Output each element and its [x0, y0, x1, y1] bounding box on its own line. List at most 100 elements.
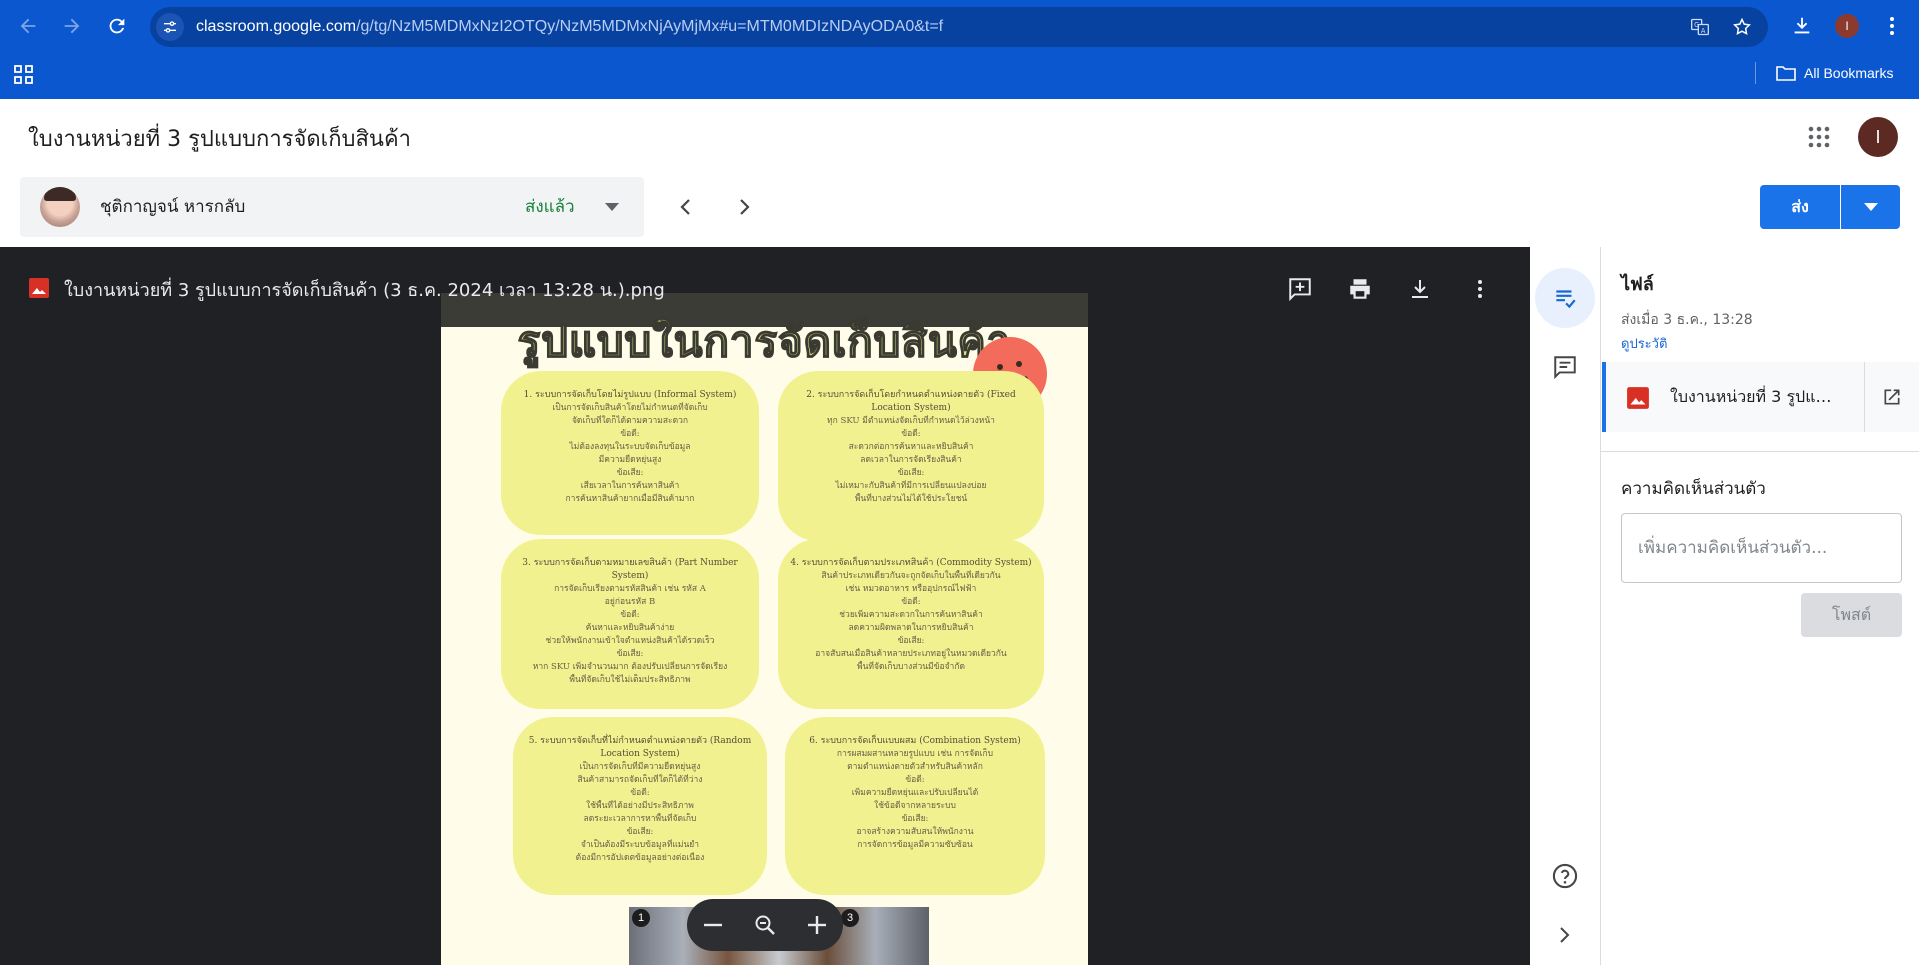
downloads-button[interactable] — [1790, 12, 1814, 40]
send-button[interactable]: ส่ง — [1760, 185, 1840, 229]
zoom-out-button[interactable] — [695, 907, 731, 943]
svg-text:G: G — [1694, 21, 1699, 29]
card-line: เสียเวลาในการค้นหาสินค้า — [580, 481, 680, 491]
download-icon — [1412, 280, 1428, 298]
card-line: จำเป็นต้องมีระบบข้อมูลที่แม่นยำ — [580, 840, 700, 850]
card-line: ทุก SKU มีตำแหน่งจัดเก็บที่กำหนดไว้ล่วงห… — [827, 416, 995, 426]
zoom-controls — [687, 899, 843, 951]
apps-grid-icon[interactable] — [13, 64, 35, 86]
add-comment-icon — [1289, 278, 1311, 302]
card-line: ไม่ต้องลงทุนในระบบจัดเก็บข้อมูล — [569, 442, 691, 452]
student-selector[interactable]: ชุติกาญจน์ หารกลับ ส่งแล้ว — [20, 177, 644, 237]
all-bookmarks-button[interactable]: All Bookmarks — [1776, 60, 1893, 86]
help-button[interactable] — [1535, 846, 1595, 906]
browser-toolbar: classroom.google.com/g/tg/NzM5MDMxNzI2OT… — [0, 0, 1919, 54]
caret-down-icon — [1863, 203, 1878, 211]
card-line: ข้อดี: — [620, 429, 640, 439]
card-line: สะดวกต่อการค้นหาและหยิบสินค้า — [848, 442, 974, 452]
poster-image: รูปแบบในการจัดเก็บสินค้า 1. ระบบการจัดเก… — [441, 293, 1088, 965]
file-list-icon — [1556, 290, 1576, 309]
photo-number: 1 — [632, 909, 650, 927]
view-history-link[interactable]: ดูประวัติ — [1621, 333, 1667, 354]
apps-dots-icon — [1808, 126, 1830, 148]
bookmark-star-icon[interactable] — [1731, 16, 1753, 38]
card-line: ข้อเสีย: — [616, 649, 644, 659]
storage-card-1: 1. ระบบการจัดเก็บโดยไม่รูปแบบ (Informal … — [507, 377, 753, 529]
private-comments-heading: ความคิดเห็นส่วนตัว — [1621, 479, 1766, 499]
previous-student-button[interactable] — [667, 189, 703, 225]
storage-card-3: 3. ระบบการจัดเก็บตามหมายเลขสินค้า (Part … — [507, 545, 753, 703]
photo-number: 3 — [841, 909, 859, 927]
open-in-new-icon[interactable] — [1880, 385, 1904, 409]
card-line: การจัดการข้อมูลมีความซับซ้อน — [857, 840, 973, 850]
image-file-icon — [29, 278, 49, 298]
sent-timestamp: ส่งเมื่อ 3 ธ.ค., 13:28 — [1621, 312, 1753, 328]
back-button[interactable] — [14, 12, 42, 40]
card-line: ค้นหาและหยิบสินค้าง่าย — [585, 623, 675, 633]
card-line: อยู่ก่อนรหัส B — [604, 597, 656, 607]
download-button[interactable] — [1402, 271, 1438, 307]
student-avatar — [40, 187, 80, 227]
files-tab-button[interactable] — [1535, 268, 1595, 328]
chevron-right-icon — [1560, 927, 1570, 943]
add-comment-button[interactable] — [1282, 271, 1318, 307]
google-apps-button[interactable] — [1803, 121, 1835, 153]
private-comment-input[interactable] — [1621, 513, 1902, 583]
url-text[interactable]: classroom.google.com/g/tg/NzM5MDMxNzI2OT… — [196, 7, 943, 47]
card-heading: 6. ระบบการจัดเก็บแบบผสม (Combination Sys… — [809, 736, 1021, 746]
address-bar[interactable]: classroom.google.com/g/tg/NzM5MDMxNzI2OT… — [150, 7, 1768, 47]
plus-icon — [808, 916, 826, 934]
card-line: สินค้าประเภทเดียวกันจะถูกจัดเก็บในพื้นที… — [821, 571, 1001, 581]
card-line: การค้นหาสินค้ายากเมื่อมีสินค้ามาก — [565, 494, 695, 504]
browser-menu-button[interactable] — [1882, 12, 1902, 40]
zoom-in-button[interactable] — [799, 907, 835, 943]
card-line: ข้อเสีย: — [626, 827, 654, 837]
card-line: ข้อดี: — [620, 610, 640, 620]
chevron-right-icon — [740, 199, 750, 215]
post-comment-button[interactable]: โพสต์ — [1801, 593, 1902, 637]
account-avatar[interactable]: I — [1858, 117, 1898, 157]
card-line: เป็นการจัดเก็บสินค้าโดยไม่กำหนดที่จัดเก็… — [552, 403, 708, 413]
collapse-panel-button[interactable] — [1535, 905, 1595, 965]
bookmarks-bar — [0, 54, 1919, 99]
send-options-button[interactable] — [1841, 185, 1900, 229]
print-button[interactable] — [1342, 271, 1378, 307]
zoom-magnifier-icon — [755, 915, 775, 935]
print-icon — [1350, 279, 1370, 299]
bookmarks-separator — [1755, 62, 1756, 84]
zoom-reset-button[interactable] — [747, 907, 783, 943]
file-viewer: รูปแบบในการจัดเก็บสินค้า 1. ระบบการจัดเก… — [0, 247, 1530, 965]
card-line: เป็นการจัดเก็บที่มีความยืดหยุ่นสูง — [579, 762, 701, 772]
help-icon — [1552, 863, 1578, 889]
card-line: ลดเวลาในการจัดเรียงสินค้า — [860, 455, 962, 465]
card-line: อาจสร้างความสับสนให้พนักงาน — [856, 827, 974, 837]
card-heading: 3. ระบบการจัดเก็บตามหมายเลขสินค้า (Part … — [522, 558, 738, 581]
profile-button[interactable]: I — [1834, 12, 1860, 40]
forward-button[interactable] — [58, 12, 86, 40]
reload-button[interactable] — [103, 12, 131, 40]
details-panel: ไฟล์ ส่งเมื่อ 3 ธ.ค., 13:28 ดูประวัติ ใบ… — [1600, 247, 1919, 965]
attached-file-card[interactable]: ใบงานหน่วยที่ 3 รูปแบบการจัดเก็บสินค้า (… — [1602, 362, 1919, 432]
card-line: ตามตำแหน่งตายตัวสำหรับสินค้าหลัก — [847, 762, 983, 772]
card-line: ไม่เหมาะกับสินค้าที่มีการเปลี่ยนแปลงบ่อย — [835, 481, 987, 491]
translate-icon[interactable]: GA — [1689, 16, 1711, 38]
card-line: ข้อดี: — [901, 597, 921, 607]
panel-divider — [1601, 451, 1919, 452]
url-path: /g/tg/NzM5MDMxNzI2OTQy/NzM5MDMxNjAyMjMx#… — [356, 18, 944, 35]
comments-tab-button[interactable] — [1535, 337, 1595, 397]
chevron-down-icon[interactable] — [600, 195, 624, 219]
chevron-left-icon — [680, 199, 690, 215]
card-line: ข้อเสีย: — [901, 814, 929, 824]
storage-card-5: 5. ระบบการจัดเก็บที่ไม่กำหนดตำแหน่งตายตั… — [519, 723, 761, 889]
card-heading: 5. ระบบการจัดเก็บที่ไม่กำหนดตำแหน่งตายตั… — [528, 736, 752, 759]
site-info-icon[interactable] — [156, 13, 184, 41]
card-line: ข้อเสีย: — [897, 468, 925, 478]
viewer-more-button[interactable] — [1462, 271, 1498, 307]
viewer-file-bar: ใบงานหน่วยที่ 3 รูปแบบการจัดเก็บสินค้า (… — [0, 247, 1530, 317]
card-line: ใช้พื้นที่ได้อย่างมีประสิทธิภาพ — [586, 801, 694, 811]
storage-card-4: 4. ระบบการจัดเก็บตามประเภทสินค้า (Commod… — [784, 545, 1038, 703]
card-line: ข้อเสีย: — [897, 636, 925, 646]
url-host: classroom.google.com — [196, 18, 357, 35]
card-line: ช่วยให้พนักงานเข้าใจตำแหน่งสินค้าได้รวดเ… — [545, 636, 715, 646]
next-student-button[interactable] — [727, 189, 763, 225]
